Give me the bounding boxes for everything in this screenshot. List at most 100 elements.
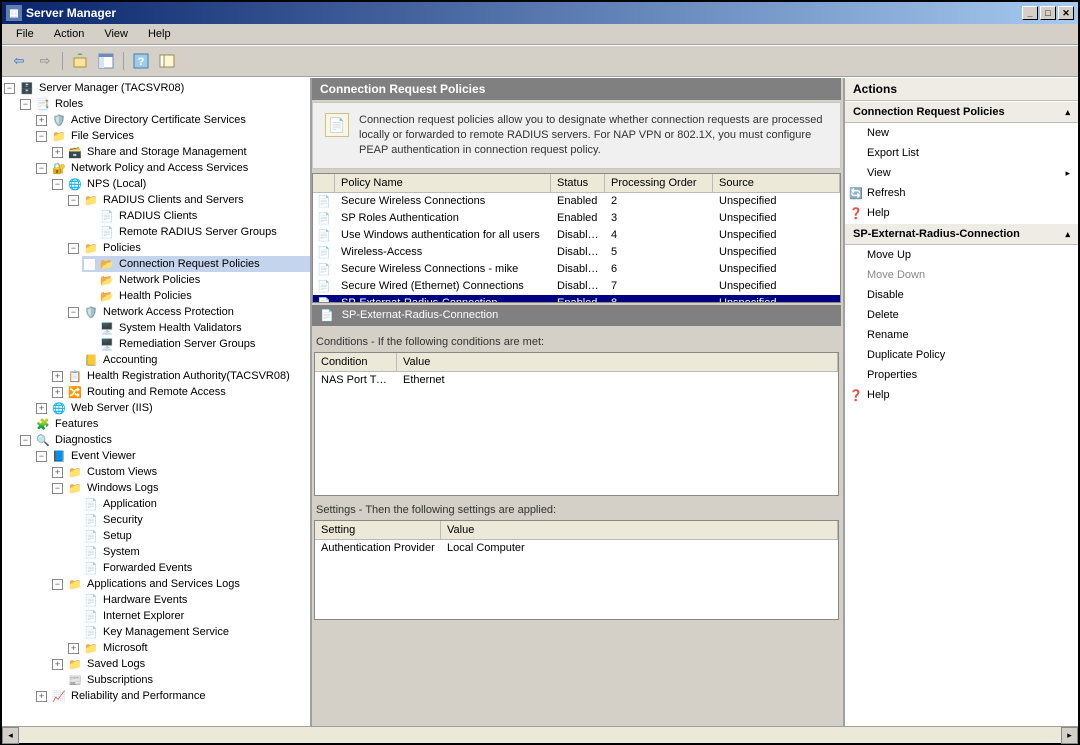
tree-microsoft[interactable]: +📁Microsoft bbox=[66, 640, 310, 656]
col-source[interactable]: Source bbox=[713, 174, 840, 192]
tree-rras[interactable]: +🔀Routing and Remote Access bbox=[50, 384, 310, 400]
action-refresh[interactable]: 🔄Refresh bbox=[845, 183, 1078, 203]
tree-hra[interactable]: +📋Health Registration Authority(TACSVR08… bbox=[50, 368, 310, 384]
condition-row[interactable]: NAS Port TypeEthernet bbox=[315, 372, 838, 389]
tree-share-storage[interactable]: +🗃️Share and Storage Management bbox=[50, 144, 310, 160]
menu-file[interactable]: File bbox=[6, 26, 44, 42]
col-order[interactable]: Processing Order bbox=[605, 174, 713, 192]
action-move-down: Move Down bbox=[845, 265, 1078, 285]
properties-button[interactable] bbox=[156, 50, 178, 72]
tree-nps-local[interactable]: −🌐NPS (Local) bbox=[50, 176, 310, 192]
up-button[interactable] bbox=[69, 50, 91, 72]
tree-shv[interactable]: 🖥️System Health Validators bbox=[82, 320, 310, 336]
tree-event-viewer[interactable]: −📘Event Viewer bbox=[34, 448, 310, 464]
tree-file-services[interactable]: −📁File Services bbox=[34, 128, 310, 144]
tree-rsg[interactable]: 🖥️Remediation Server Groups bbox=[82, 336, 310, 352]
actions-group-1[interactable]: Connection Request Policies▴ bbox=[845, 101, 1078, 123]
tree-windows-logs[interactable]: −📁Windows Logs bbox=[50, 480, 310, 496]
policy-row[interactable]: 📄 Secure Wireless Connections - mike Dis… bbox=[313, 261, 840, 278]
scroll-right-button[interactable]: ▸ bbox=[1061, 727, 1078, 744]
col-policy-name[interactable]: Policy Name bbox=[335, 174, 551, 192]
col-status[interactable]: Status bbox=[551, 174, 605, 192]
tree-subscriptions[interactable]: 📰Subscriptions bbox=[50, 672, 310, 688]
back-button[interactable]: ⇦ bbox=[8, 50, 30, 72]
app-icon: ▦ bbox=[6, 5, 22, 21]
tree-health-policies[interactable]: 📂Health Policies bbox=[82, 288, 310, 304]
tree-app-svc-logs[interactable]: −📁Applications and Services Logs bbox=[50, 576, 310, 592]
tree-root[interactable]: −🗄️Server Manager (TACSVR08) bbox=[2, 80, 310, 96]
action-help[interactable]: ❓Help bbox=[845, 385, 1078, 405]
tree-radius-clients[interactable]: 📄RADIUS Clients bbox=[82, 208, 310, 224]
scroll-left-button[interactable]: ◂ bbox=[2, 727, 19, 744]
col-set-value[interactable]: Value bbox=[441, 521, 838, 539]
policy-row[interactable]: 📄 SP Roles Authentication Enabled 3 Unsp… bbox=[313, 210, 840, 227]
settings-grid[interactable]: Setting Value Authentication ProviderLoc… bbox=[314, 520, 839, 620]
tree-saved-logs[interactable]: +📁Saved Logs bbox=[50, 656, 310, 672]
help-button[interactable]: ? bbox=[130, 50, 152, 72]
tree-connection-request-policies[interactable]: 📂Connection Request Policies bbox=[82, 256, 310, 272]
action-export-list[interactable]: Export List bbox=[845, 143, 1078, 163]
show-hide-tree-button[interactable] bbox=[95, 50, 117, 72]
titlebar[interactable]: ▦ Server Manager _ □ ✕ bbox=[2, 2, 1078, 24]
action-new[interactable]: New bbox=[845, 123, 1078, 143]
policy-row[interactable]: 📄 Use Windows authentication for all use… bbox=[313, 227, 840, 244]
forward-button[interactable]: ⇨ bbox=[34, 50, 56, 72]
tree-remote-radius[interactable]: 📄Remote RADIUS Server Groups bbox=[82, 224, 310, 240]
tree-log-application[interactable]: 📄Application bbox=[66, 496, 310, 512]
tree-network-policies[interactable]: 📂Network Policies bbox=[82, 272, 310, 288]
menu-help[interactable]: Help bbox=[138, 26, 181, 42]
tree-log-system[interactable]: 📄System bbox=[66, 544, 310, 560]
col-cond-value[interactable]: Value bbox=[397, 353, 838, 371]
center-panel: Connection Request Policies 📄 Connection… bbox=[312, 78, 843, 726]
close-button[interactable]: ✕ bbox=[1058, 6, 1074, 20]
tree-custom-views[interactable]: +📁Custom Views bbox=[50, 464, 310, 480]
tree-radius-cs[interactable]: −📁RADIUS Clients and Servers bbox=[66, 192, 310, 208]
action-properties[interactable]: Properties bbox=[845, 365, 1078, 385]
panel-title: Connection Request Policies bbox=[312, 78, 841, 100]
tree-ie[interactable]: 📄Internet Explorer bbox=[66, 608, 310, 624]
actions-group-2[interactable]: SP-Externat-Radius-Connection▴ bbox=[845, 223, 1078, 245]
conditions-label: Conditions - If the following conditions… bbox=[312, 328, 841, 352]
action-delete[interactable]: Delete bbox=[845, 305, 1078, 325]
action-view[interactable]: View bbox=[845, 163, 1078, 183]
tree-accounting[interactable]: 📒Accounting bbox=[66, 352, 310, 368]
tree-nap[interactable]: −🛡️Network Access Protection bbox=[66, 304, 310, 320]
tree-features[interactable]: 🧩Features bbox=[18, 416, 310, 432]
policy-row[interactable]: 📄 Secure Wired (Ethernet) Connections Di… bbox=[313, 278, 840, 295]
maximize-button[interactable]: □ bbox=[1040, 6, 1056, 20]
tree-hw-events[interactable]: 📄Hardware Events bbox=[66, 592, 310, 608]
menu-view[interactable]: View bbox=[94, 26, 138, 42]
actions-panel: Actions Connection Request Policies▴ New… bbox=[843, 78, 1078, 726]
tree-adcs[interactable]: +🛡️Active Directory Certificate Services bbox=[34, 112, 310, 128]
horizontal-scrollbar[interactable]: ◂ ▸ bbox=[2, 726, 1078, 743]
conditions-grid[interactable]: Condition Value NAS Port TypeEthernet bbox=[314, 352, 839, 496]
tree-diagnostics[interactable]: −🔍Diagnostics bbox=[18, 432, 310, 448]
action-rename[interactable]: Rename bbox=[845, 325, 1078, 345]
tree-log-security[interactable]: 📄Security bbox=[66, 512, 310, 528]
tree-log-setup[interactable]: 📄Setup bbox=[66, 528, 310, 544]
tree-web-server[interactable]: +🌐Web Server (IIS) bbox=[34, 400, 310, 416]
policy-row[interactable]: 📄 Secure Wireless Connections Enabled 2 … bbox=[313, 193, 840, 210]
col-setting[interactable]: Setting bbox=[315, 521, 441, 539]
tree-reliability[interactable]: +📈Reliability and Performance bbox=[34, 688, 310, 704]
action-move-up[interactable]: Move Up bbox=[845, 245, 1078, 265]
document-icon: 📄 bbox=[325, 113, 349, 137]
navigation-tree[interactable]: −🗄️Server Manager (TACSVR08) −📑Roles +🛡️… bbox=[2, 78, 312, 726]
action-disable[interactable]: Disable bbox=[845, 285, 1078, 305]
policy-row[interactable]: 📄 Wireless-Access Disabled 5 Unspecified bbox=[313, 244, 840, 261]
toolbar: ⇦ ⇨ ? bbox=[2, 45, 1078, 77]
tree-kms[interactable]: 📄Key Management Service bbox=[66, 624, 310, 640]
tree-npas[interactable]: −🔐Network Policy and Access Services bbox=[34, 160, 310, 176]
setting-row[interactable]: Authentication ProviderLocal Computer bbox=[315, 540, 838, 557]
info-banner: 📄 Connection request policies allow you … bbox=[312, 102, 841, 169]
action-help[interactable]: ❓Help bbox=[845, 203, 1078, 223]
col-condition[interactable]: Condition bbox=[315, 353, 397, 371]
minimize-button[interactable]: _ bbox=[1022, 6, 1038, 20]
tree-policies[interactable]: −📁Policies bbox=[66, 240, 310, 256]
menu-action[interactable]: Action bbox=[44, 26, 95, 42]
action-duplicate-policy[interactable]: Duplicate Policy bbox=[845, 345, 1078, 365]
tree-log-forwarded[interactable]: 📄Forwarded Events bbox=[66, 560, 310, 576]
tree-roles[interactable]: −📑Roles bbox=[18, 96, 310, 112]
policy-grid[interactable]: Policy Name Status Processing Order Sour… bbox=[312, 173, 841, 303]
policy-row[interactable]: 📄 SP-Externat-Radius-Connection Enabled … bbox=[313, 295, 840, 303]
